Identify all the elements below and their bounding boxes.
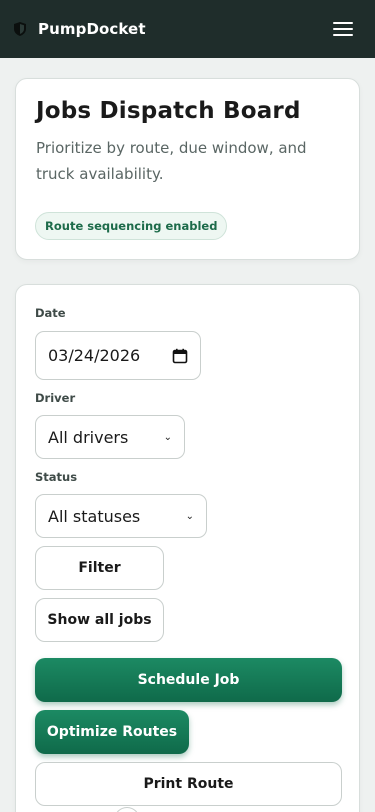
date-input[interactable]: 03/24/2026 xyxy=(35,331,201,380)
partial-button[interactable] xyxy=(114,807,140,812)
chevron-down-icon: ⌄ xyxy=(163,431,172,443)
brand[interactable]: PumpDocket xyxy=(14,20,146,38)
top-navbar: PumpDocket xyxy=(0,0,375,58)
status-select[interactable]: All statuses ⌄ xyxy=(35,494,207,538)
hero-card: Jobs Dispatch Board Prioritize by route,… xyxy=(15,78,360,260)
driver-label: Driver xyxy=(35,391,76,405)
driver-value: All drivers xyxy=(48,427,129,447)
chevron-down-icon: ⌄ xyxy=(185,510,194,522)
calendar-icon[interactable] xyxy=(172,348,188,364)
hamburger-menu-icon[interactable] xyxy=(333,19,353,39)
brand-name: PumpDocket xyxy=(38,20,146,38)
filters-card: Date 03/24/2026 Driver All drivers ⌄ Sta… xyxy=(15,284,360,812)
date-value: 03/24/2026 xyxy=(48,346,141,365)
optimize-routes-button[interactable]: Optimize Routes xyxy=(35,710,189,754)
driver-select[interactable]: All drivers ⌄ xyxy=(35,415,185,459)
status-value: All statuses xyxy=(48,506,141,526)
status-label: Status xyxy=(35,470,78,484)
shield-icon xyxy=(14,22,26,36)
date-label: Date xyxy=(35,306,66,320)
page-title: Jobs Dispatch Board xyxy=(36,98,301,124)
page-subtitle: Prioritize by route, due window, and tru… xyxy=(36,139,307,183)
status-badge: Route sequencing enabled xyxy=(35,212,228,240)
print-route-button[interactable]: Print Route xyxy=(35,762,342,806)
show-all-jobs-button[interactable]: Show all jobs xyxy=(35,598,164,642)
filter-button[interactable]: Filter xyxy=(35,546,164,590)
schedule-job-button[interactable]: Schedule Job xyxy=(35,658,342,702)
